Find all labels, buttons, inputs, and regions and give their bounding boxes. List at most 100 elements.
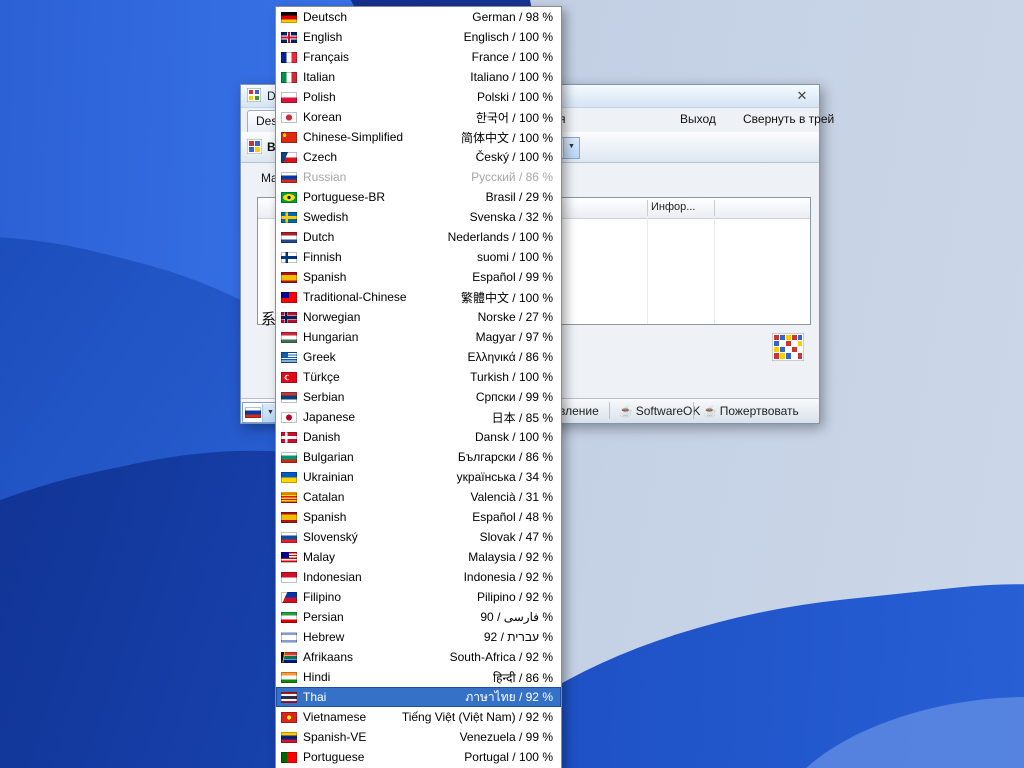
language-native-percent: Indonesia / 92 %: [463, 570, 553, 584]
flag-my-icon: [281, 551, 297, 563]
flag-tr-icon: [281, 371, 297, 383]
toolbar-grid-icon[interactable]: [246, 138, 263, 157]
close-button[interactable]: ✕: [793, 87, 811, 105]
footer-separator: [693, 402, 694, 419]
language-name: Danish: [303, 430, 341, 444]
donate-button[interactable]: ☕ Пожертвовать: [703, 404, 799, 418]
language-menu-item[interactable]: Vietnamese Tiếng Việt (Việt Nam) / 92 %: [276, 707, 561, 727]
flag-gr-icon: [281, 351, 297, 363]
language-menu-item[interactable]: Finnish suomi / 100 %: [276, 247, 561, 267]
coffee-cup-icon: ☕: [619, 406, 633, 418]
update-button-partial[interactable]: вление: [559, 404, 599, 418]
language-menu-item[interactable]: Français France / 100 %: [276, 47, 561, 67]
language-native-percent: Norske / 27 %: [477, 310, 553, 324]
language-native-percent: Venezuela / 99 %: [459, 730, 553, 744]
language-menu-item[interactable]: Italian Italiano / 100 %: [276, 67, 561, 87]
softwareok-button[interactable]: ☕ SoftwareOK: [619, 404, 700, 418]
language-menu-item[interactable]: Malay Malaysia / 92 %: [276, 547, 561, 567]
flag-no-icon: [281, 311, 297, 323]
language-menu-item[interactable]: Traditional-Chinese 繁體中文 / 100 %: [276, 287, 561, 307]
flag-cz-icon: [281, 151, 297, 163]
language-menu-item[interactable]: Polish Polski / 100 %: [276, 87, 561, 107]
language-menu-item[interactable]: Persian فارسی / 90 %: [276, 607, 561, 627]
flag-cn-icon: [281, 131, 297, 143]
language-menu-item[interactable]: Serbian Српски / 99 %: [276, 387, 561, 407]
language-native-percent: Русский / 86 %: [471, 170, 553, 184]
language-native-percent: Valencià / 31 %: [470, 490, 554, 504]
language-menu-item[interactable]: Russian Русский / 86 %: [276, 167, 561, 187]
language-menu-item[interactable]: Danish Dansk / 100 %: [276, 427, 561, 447]
language-native-percent: Polski / 100 %: [476, 90, 553, 104]
language-native-percent: Englisch / 100 %: [463, 30, 553, 44]
flag-br-icon: [281, 191, 297, 203]
language-menu-item[interactable]: Norwegian Norske / 27 %: [276, 307, 561, 327]
language-menu-item[interactable]: Dutch Nederlands / 100 %: [276, 227, 561, 247]
flag-ru-icon: [245, 407, 261, 418]
language-native-percent: Italiano / 100 %: [470, 70, 553, 84]
language-menu-item[interactable]: Portuguese-BR Brasil / 29 %: [276, 187, 561, 207]
language-menu-item[interactable]: Bulgarian Български / 86 %: [276, 447, 561, 467]
language-menu-item[interactable]: Filipino Pilipino / 92 %: [276, 587, 561, 607]
chevron-down-icon[interactable]: ▼: [563, 138, 579, 158]
column-gridline: [647, 218, 648, 324]
flag-it-icon: [281, 71, 297, 83]
language-native-percent: Dansk / 100 %: [474, 430, 553, 444]
language-native-percent: हिन्दी / 86 %: [492, 670, 553, 685]
language-name: Français: [303, 50, 350, 64]
language-menu-item[interactable]: Chinese-Simplified 简体中文 / 100 %: [276, 127, 561, 147]
language-native-percent: Nederlands / 100 %: [447, 230, 553, 244]
language-name: Afrikaans: [303, 650, 354, 664]
list-glyph-partial: 系: [261, 311, 277, 328]
language-menu-item[interactable]: Spanish Español / 99 %: [276, 267, 561, 287]
flag-kr-icon: [281, 111, 297, 123]
column-header-info[interactable]: Инфор...: [647, 198, 722, 213]
flag-hu-icon: [281, 331, 297, 343]
language-menu-item[interactable]: Czech Český / 100 %: [276, 147, 561, 167]
language-menu-item[interactable]: Indonesian Indonesia / 92 %: [276, 567, 561, 587]
language-native-percent: 繁體中文 / 100 %: [460, 290, 553, 305]
flag-ru-icon: [281, 171, 297, 183]
language-menu-item[interactable]: Deutsch German / 98 %: [276, 7, 561, 27]
language-native-percent: German / 98 %: [472, 10, 553, 24]
language-name: Russian: [303, 170, 347, 184]
language-name: Hindi: [303, 670, 331, 684]
language-menu-item[interactable]: Hindi हिन्दी / 86 %: [276, 667, 561, 687]
language-menu-item[interactable]: Afrikaans South-Africa / 92 %: [276, 647, 561, 667]
language-native-percent: Slovak / 47 %: [479, 530, 553, 544]
language-menu-item[interactable]: Catalan Valencià / 31 %: [276, 487, 561, 507]
language-menu-item[interactable]: English Englisch / 100 %: [276, 27, 561, 47]
language-menu-item[interactable]: Portuguese Portugal / 100 %: [276, 747, 561, 767]
menu-item-exit[interactable]: Выход: [680, 112, 716, 126]
flag-ph-icon: [281, 591, 297, 603]
language-menu-item[interactable]: Korean 한국어 / 100 %: [276, 107, 561, 127]
language-name: Slovenský: [303, 530, 358, 544]
language-menu-item[interactable]: Slovenský Slovak / 47 %: [276, 527, 561, 547]
language-menu-item[interactable]: Hungarian Magyar / 97 %: [276, 327, 561, 347]
menu-item-minimize-to-tray[interactable]: Свернуть в трей: [743, 112, 834, 126]
wallpaper-shape: [756, 671, 1024, 768]
language-menu-item[interactable]: Ukrainian українська / 34 %: [276, 467, 561, 487]
language-menu-item[interactable]: Swedish Svenska / 32 %: [276, 207, 561, 227]
flag-sk-icon: [281, 531, 297, 543]
language-menu-item[interactable]: Hebrew עברית / 92 %: [276, 627, 561, 647]
language-name: Serbian: [303, 390, 345, 404]
language-menu-item[interactable]: Spanish-VE Venezuela / 99 %: [276, 727, 561, 747]
language-menu-item[interactable]: Greek Ελληνικά / 86 %: [276, 347, 561, 367]
language-menu-item[interactable]: Thai ภาษาไทย / 92 %: [276, 687, 561, 707]
language-native-percent: ภาษาไทย / 92 %: [465, 689, 553, 704]
column-separator[interactable]: [714, 200, 715, 216]
language-name: Hungarian: [303, 330, 359, 344]
language-menu-item[interactable]: Spanish Español / 48 %: [276, 507, 561, 527]
coffee-cup-icon: ☕: [703, 406, 717, 418]
language-menu-item[interactable]: Türkçe Turkish / 100 %: [276, 367, 561, 387]
language-name: Persian: [303, 610, 344, 624]
flag-nl-icon: [281, 231, 297, 243]
language-name: Indonesian: [303, 570, 362, 584]
flag-tw-icon: [281, 291, 297, 303]
language-name: Portuguese: [303, 750, 365, 764]
flag-fi-icon: [281, 251, 297, 263]
flag-de-icon: [281, 11, 297, 23]
flag-ct-icon: [281, 491, 297, 503]
language-menu-item[interactable]: Japanese 日本 / 85 %: [276, 407, 561, 427]
language-native-percent: Brasil / 29 %: [485, 190, 553, 204]
